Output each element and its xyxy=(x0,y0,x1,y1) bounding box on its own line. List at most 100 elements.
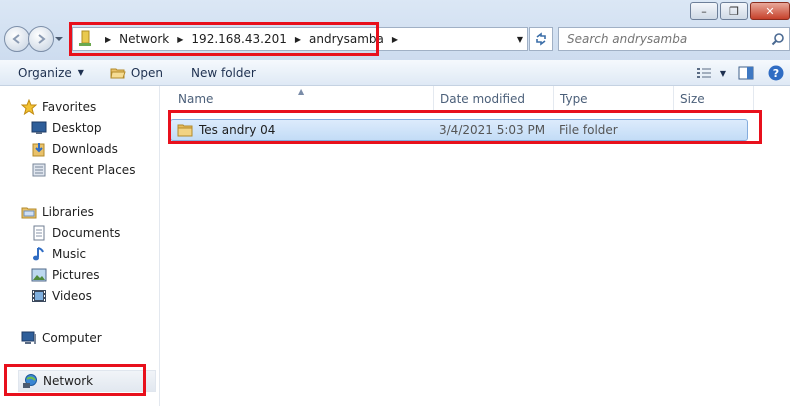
back-button[interactable] xyxy=(4,26,30,52)
file-row[interactable]: Tes andry 04 3/4/2021 5:03 PM File folde… xyxy=(170,119,748,141)
close-icon: ✕ xyxy=(765,4,775,18)
file-date: 3/4/2021 5:03 PM xyxy=(439,123,546,137)
close-button[interactable]: ✕ xyxy=(750,2,790,20)
column-header-type[interactable]: Type xyxy=(554,86,674,112)
sidebar-item-documents[interactable]: Documents xyxy=(30,223,120,243)
documents-icon xyxy=(30,224,48,242)
forward-button[interactable] xyxy=(28,26,54,52)
breadcrumb-label: andrysamba xyxy=(309,32,384,46)
column-header-date-modified[interactable]: Date modified xyxy=(434,86,554,112)
details-view-icon xyxy=(696,68,711,78)
search-box[interactable] xyxy=(558,27,790,51)
sidebar-item-libraries[interactable]: Libraries xyxy=(20,202,94,222)
column-header-label: Date modified xyxy=(440,92,526,106)
column-header-size[interactable]: Size xyxy=(674,86,754,112)
chevron-down-icon: ▼ xyxy=(719,68,726,78)
breadcrumb-separator-icon[interactable]: ▶ xyxy=(177,35,183,44)
downloads-folder-icon xyxy=(30,140,48,158)
sidebar-item-label: Pictures xyxy=(52,268,100,282)
sidebar-item-downloads[interactable]: Downloads xyxy=(30,139,118,159)
breadcrumb-separator-icon[interactable]: ▶ xyxy=(295,35,301,44)
sidebar-item-label: Network xyxy=(43,374,94,388)
address-dropdown-icon[interactable]: ▼ xyxy=(517,35,523,44)
command-bar: Organize ▼ Open New folder ▼ ? xyxy=(0,60,790,86)
breadcrumb-label: 192.168.43.201 xyxy=(191,32,287,46)
change-view-button[interactable] xyxy=(692,62,716,84)
folder-icon xyxy=(177,124,193,137)
title-bar: – ❐ ✕ ▶ Network ▶ 192.168.43.201 ▶ andry… xyxy=(0,0,790,60)
new-folder-button[interactable]: New folder xyxy=(183,62,264,84)
view-controls: ▼ ? xyxy=(692,60,790,86)
open-button[interactable]: Open xyxy=(102,62,171,84)
maximize-icon: ❐ xyxy=(729,4,739,18)
sidebar-item-videos[interactable]: Videos xyxy=(30,286,92,306)
sidebar-item-label: Downloads xyxy=(52,142,118,156)
forward-arrow-icon xyxy=(38,34,46,44)
column-header-label: Name xyxy=(178,92,214,106)
recent-pages-dropdown[interactable] xyxy=(52,26,66,52)
maximize-button[interactable]: ❐ xyxy=(720,2,748,20)
sidebar-item-label: Favorites xyxy=(42,100,97,114)
new-folder-label: New folder xyxy=(190,65,256,80)
sidebar-item-music[interactable]: Music xyxy=(30,244,86,264)
sidebar-item-desktop[interactable]: Desktop xyxy=(30,118,102,138)
column-header-label: Size xyxy=(680,92,705,106)
libraries-icon xyxy=(20,203,38,221)
refresh-button[interactable] xyxy=(529,27,553,51)
recent-places-icon xyxy=(30,161,48,179)
sidebar-item-label: Recent Places xyxy=(52,163,136,177)
column-header-name[interactable]: Name xyxy=(172,86,434,112)
star-icon xyxy=(20,98,38,116)
sidebar-item-favorites[interactable]: Favorites xyxy=(20,97,96,117)
desktop-icon xyxy=(30,119,48,137)
help-icon: ? xyxy=(768,65,784,81)
window-controls: – ❐ ✕ xyxy=(690,2,790,20)
file-list-pane: ▲ Name Date modified Type Size Tes andry… xyxy=(166,86,790,406)
breadcrumb-share[interactable]: andrysamba xyxy=(309,32,384,46)
preview-pane-button[interactable] xyxy=(730,62,762,84)
organize-label: Organize xyxy=(18,65,72,80)
sidebar-item-pictures[interactable]: Pictures xyxy=(30,265,100,285)
column-header-label: Type xyxy=(560,92,588,106)
sidebar-item-label: Videos xyxy=(52,289,92,303)
refresh-icon xyxy=(536,32,546,46)
sidebar-item-recent-places[interactable]: Recent Places xyxy=(30,160,135,180)
back-arrow-icon xyxy=(12,34,20,44)
open-folder-icon xyxy=(110,68,126,78)
sidebar-item-label: Computer xyxy=(42,331,102,345)
address-bar[interactable]: ▶ Network ▶ 192.168.43.201 ▶ andrysamba … xyxy=(72,27,528,51)
chevron-down-icon: ▼ xyxy=(77,68,84,77)
network-icon xyxy=(21,372,39,390)
search-icon[interactable] xyxy=(771,32,785,46)
breadcrumb-network[interactable]: Network xyxy=(119,32,169,46)
breadcrumb-separator-icon[interactable]: ▶ xyxy=(105,35,111,44)
minimize-icon: – xyxy=(701,4,707,18)
open-label: Open xyxy=(130,65,163,80)
breadcrumb-label: Network xyxy=(119,32,170,46)
file-type: File folder xyxy=(559,123,618,137)
sidebar-item-network[interactable]: Network xyxy=(18,370,156,392)
minimize-button[interactable]: – xyxy=(690,2,718,20)
sidebar-item-computer[interactable]: Computer xyxy=(20,328,102,348)
sidebar-item-label: Desktop xyxy=(52,121,102,135)
nav-buttons xyxy=(4,26,66,52)
sidebar-item-label: Libraries xyxy=(42,205,94,219)
file-date-cell: 3/4/2021 5:03 PM xyxy=(439,120,545,140)
help-button[interactable]: ? xyxy=(762,62,790,84)
view-dropdown-button[interactable]: ▼ xyxy=(716,62,730,84)
organize-button[interactable]: Organize ▼ xyxy=(10,62,92,84)
breadcrumb-separator-icon[interactable]: ▶ xyxy=(392,35,398,44)
file-name-cell: Tes andry 04 xyxy=(177,120,275,140)
preview-pane-icon xyxy=(738,66,754,80)
navigation-pane: Favorites Desktop Downloads Recent Place… xyxy=(0,86,160,406)
svg-text:?: ? xyxy=(773,67,779,80)
chevron-down-icon xyxy=(55,37,63,41)
pictures-icon xyxy=(30,266,48,284)
search-input[interactable] xyxy=(567,32,757,46)
network-location-icon xyxy=(79,30,91,46)
computer-icon xyxy=(20,329,38,347)
file-type-cell: File folder xyxy=(559,120,618,140)
file-name: Tes andry 04 xyxy=(199,123,276,137)
sidebar-item-label: Documents xyxy=(52,226,121,240)
breadcrumb-host[interactable]: 192.168.43.201 xyxy=(191,32,286,46)
